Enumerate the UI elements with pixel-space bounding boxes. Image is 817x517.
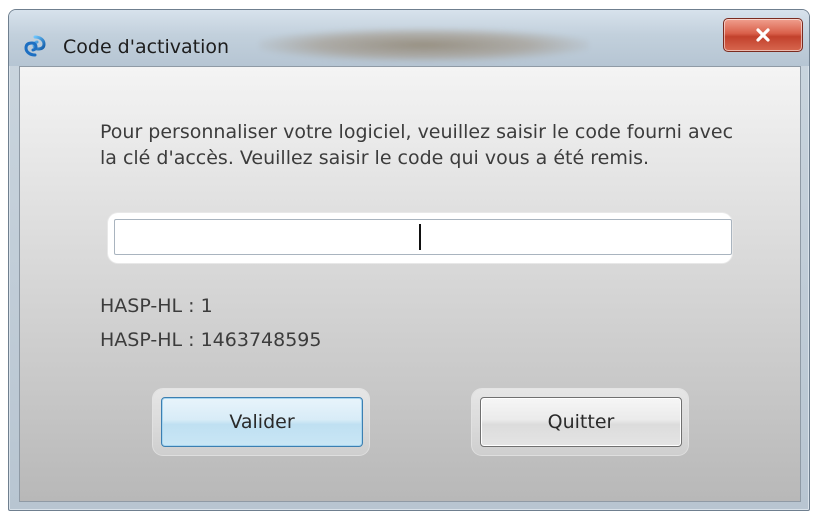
window-title: Code d'activation <box>63 36 230 58</box>
text-caret <box>419 224 421 250</box>
quitter-button[interactable]: Quitter <box>480 397 682 447</box>
close-icon <box>756 28 770 42</box>
title-bar[interactable]: Code d'activation <box>9 10 809 66</box>
app-swirl-icon <box>24 35 46 57</box>
instruction-text: Pour personnaliser votre logiciel, veuil… <box>100 121 734 169</box>
valider-button-frame: Valider <box>153 389 369 455</box>
code-field-container <box>108 213 732 263</box>
activation-code-input[interactable] <box>114 219 732 255</box>
hasp-line-1: HASP-HL : 1 <box>100 295 213 317</box>
hasp-line-2: HASP-HL : 1463748595 <box>100 329 322 351</box>
dialog-content: Pour personnaliser votre logiciel, veuil… <box>19 66 801 502</box>
title-watermark <box>259 28 589 62</box>
quitter-button-frame: Quitter <box>472 389 688 455</box>
close-button[interactable] <box>723 18 803 52</box>
activation-dialog-window: Code d'activation Pour personnaliser vot… <box>8 9 810 511</box>
valider-button[interactable]: Valider <box>161 397 363 447</box>
